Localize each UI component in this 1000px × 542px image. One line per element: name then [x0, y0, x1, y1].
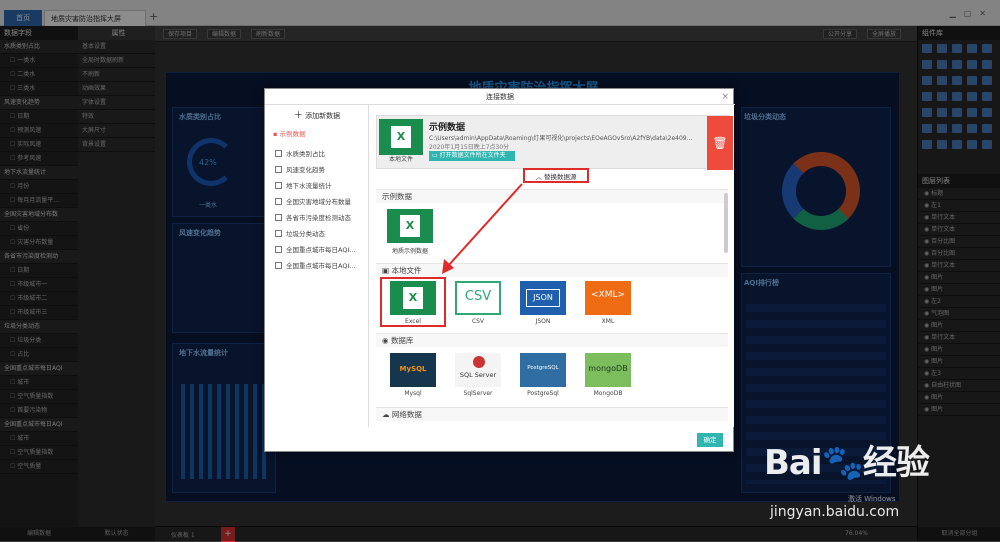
windows-activation-text: 激活 Windows	[848, 495, 896, 503]
tile-caption: JSON	[535, 318, 551, 325]
datasource-table-item[interactable]: 地下水流量统计	[271, 179, 367, 194]
datasource-table-item[interactable]: 各省市污染度检测动态	[271, 211, 367, 226]
tile-xml[interactable]: <XML> XML	[585, 281, 631, 327]
mongodb-icon: mongoDB	[585, 353, 631, 387]
close-icon[interactable]: ×	[721, 89, 729, 105]
tile-sqlserver[interactable]: SQL Server SqlServer	[455, 353, 501, 399]
json-icon: JSON	[520, 281, 566, 315]
dialog-scrollbar[interactable]	[724, 193, 728, 253]
current-type: 本地文件	[379, 155, 423, 165]
tile-mongodb[interactable]: mongoDB MongoDB	[585, 353, 631, 399]
table-icon	[275, 246, 282, 253]
section-net-label: 网络数据	[391, 410, 422, 419]
baidu-watermark-logo: Bai🐾经验	[764, 443, 930, 483]
paw-icon: 🐾	[821, 443, 864, 483]
baidu-watermark-url: jingyan.baidu.com	[770, 504, 900, 520]
xml-icon: <XML>	[585, 281, 631, 315]
datasource-detail: X 本地文件 示例数据 C:\Users\admin\AppData\Roami…	[370, 105, 734, 427]
tile-csv[interactable]: CSV CSV	[455, 281, 501, 327]
tile-caption: SqlServer	[463, 390, 493, 397]
section-db-label: 数据库	[390, 336, 414, 345]
mysql-icon: MySQL	[390, 353, 436, 387]
datasource-table-item[interactable]: 全国灾害地域分布数量	[271, 195, 367, 210]
table-item-label: 垃圾分类动态	[286, 230, 325, 238]
dialog-header: 连接数据 ×	[265, 89, 735, 105]
cloud-icon: ☁	[382, 410, 392, 419]
postgres-icon: PostgreSQL	[520, 353, 566, 387]
connect-data-dialog: 连接数据 × ＋ 添加新数据 ▪ 示例数据 水质类别占比 风速变化趋势 地下水流量统…	[264, 88, 735, 452]
open-folder-label: 打开数据文件所在文件夹	[439, 152, 506, 159]
excel-highlight-box	[380, 277, 446, 327]
table-item-label: 地下水流量统计	[286, 182, 332, 190]
confirm-button[interactable]: 确定	[697, 433, 723, 447]
tile-postgres[interactable]: PostgreSQL PostgreSql	[520, 353, 566, 399]
current-path: C:\Users\admin\AppData\Roaming\灯果可视化\pro…	[429, 135, 694, 142]
tile-caption: 地质示例数据	[391, 248, 428, 255]
tile-caption: CSV	[471, 318, 485, 325]
excel-icon: X 本地文件	[379, 119, 423, 165]
section-sample-label: 示例数据	[382, 192, 412, 201]
folder-icon: ▭	[432, 152, 440, 159]
trash-icon: 🗑	[712, 136, 728, 150]
sqlserver-icon: SQL Server	[455, 353, 501, 387]
table-item-label: 全国灾害地域分布数量	[286, 198, 351, 206]
datasource-table-item[interactable]: 风速变化趋势	[271, 163, 367, 178]
plus-icon: ＋	[293, 111, 303, 121]
datasource-table-item[interactable]: 全国重点城市每日AQI...	[271, 259, 367, 274]
csv-icon: CSV	[455, 281, 501, 315]
datasource-table-item[interactable]: 垃圾分类动态	[271, 227, 367, 242]
tile-json[interactable]: JSON JSON	[520, 281, 566, 327]
table-item-label: 风速变化趋势	[286, 166, 325, 174]
excel-icon: X	[387, 209, 433, 243]
dialog-title: 连接数据	[486, 93, 514, 101]
current-date: 2020年1月15日晚上7点30分	[429, 144, 510, 151]
table-icon	[275, 150, 282, 157]
table-item-label: 各省市污染度检测动态	[286, 214, 351, 222]
tile-caption: MongoDB	[593, 390, 623, 397]
current-title: 示例数据	[429, 123, 466, 133]
chevron-up-icon: ︿	[535, 173, 545, 181]
section-local: ▣ 本地文件	[376, 263, 728, 277]
tile-mysql[interactable]: MySQL Mysql	[390, 353, 436, 399]
table-item-label: 全国重点城市每日AQI...	[286, 246, 356, 254]
table-icon	[275, 230, 282, 237]
switch-datasource-button[interactable]: ︿ 替换数据源	[523, 168, 589, 183]
add-new-data-button[interactable]: ＋ 添加新数据	[265, 109, 369, 123]
current-datasource-card: X 本地文件 示例数据 C:\Users\admin\AppData\Roami…	[376, 115, 733, 170]
section-local-label: 本地文件	[391, 266, 422, 275]
tile-caption: XML	[601, 318, 615, 325]
open-folder-button[interactable]: ▭ 打开数据文件所在文件夹	[429, 151, 515, 161]
tile-caption: PostgreSql	[527, 390, 559, 397]
datasource-sidebar: ＋ 添加新数据 ▪ 示例数据 水质类别占比 风速变化趋势 地下水流量统计全国灾害地域…	[265, 105, 369, 427]
table-icon	[275, 198, 282, 205]
table-icon	[275, 166, 282, 173]
datasource-table-item[interactable]: 全国重点城市每日AQI...	[271, 243, 367, 258]
table-item-label: 全国重点城市每日AQI...	[286, 262, 356, 270]
database-icon: ◉	[382, 336, 391, 345]
table-icon	[275, 182, 282, 189]
delete-datasource-button[interactable]: 🗑	[707, 116, 733, 170]
table-icon	[275, 262, 282, 269]
section-db: ◉ 数据库	[376, 333, 728, 347]
switch-datasource-label: 替换数据源	[544, 173, 577, 181]
add-new-data-label: 添加新数据	[305, 112, 341, 120]
tile-caption: Mysql	[404, 390, 422, 397]
section-net: ☁ 网络数据	[376, 407, 728, 421]
datasource-root[interactable]: ▪ 示例数据	[271, 127, 367, 142]
section-sample: 示例数据	[376, 189, 728, 203]
table-item-label: 水质类别占比	[286, 150, 325, 158]
datasource-table-item[interactable]: 水质类别占比	[271, 147, 367, 162]
table-icon	[275, 214, 282, 221]
tile-sample-data[interactable]: X 地质示例数据	[387, 209, 433, 255]
datasource-root-label: 示例数据	[279, 130, 306, 138]
